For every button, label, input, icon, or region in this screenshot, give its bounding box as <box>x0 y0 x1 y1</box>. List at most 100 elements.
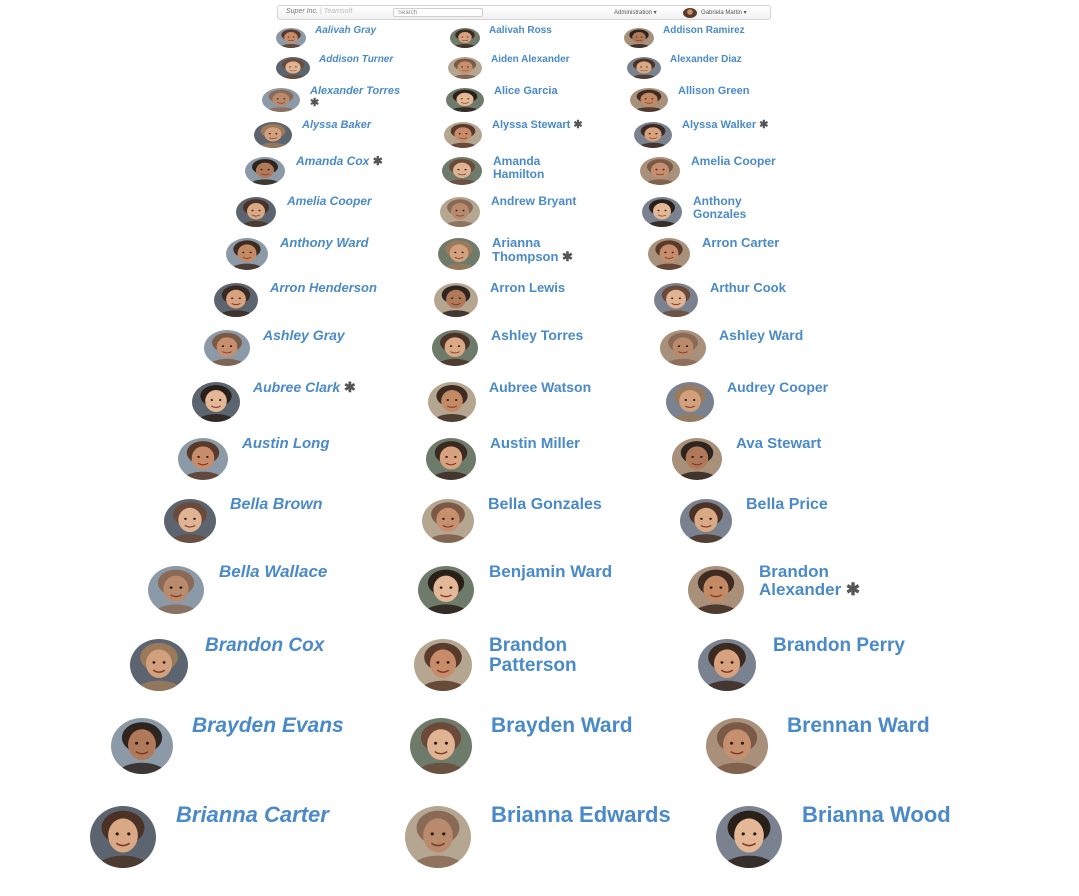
avatar[interactable] <box>434 283 478 317</box>
avatar[interactable] <box>706 718 768 774</box>
avatar[interactable] <box>640 157 680 185</box>
person-name-link[interactable]: Brandon Cox <box>205 636 324 656</box>
person-name-link[interactable]: Benjamin Ward <box>489 563 612 581</box>
avatar[interactable] <box>630 88 668 112</box>
person-name-link[interactable]: Addison Ramirez <box>663 25 745 37</box>
person-name-link[interactable]: Aubree Clark ✱ <box>253 380 356 395</box>
avatar[interactable] <box>426 438 476 480</box>
avatar[interactable] <box>130 639 188 691</box>
person-name-link[interactable]: Amanda Hamilton <box>493 155 544 180</box>
avatar[interactable] <box>698 639 756 691</box>
person-name-link[interactable]: Addison Turner <box>319 54 393 66</box>
avatar[interactable] <box>446 88 484 112</box>
avatar[interactable] <box>236 197 276 227</box>
avatar[interactable] <box>448 57 482 79</box>
person-name-link[interactable]: Bella Wallace <box>219 563 327 581</box>
person-name-link[interactable]: Anthony Ward <box>280 236 369 250</box>
avatar[interactable] <box>405 806 471 868</box>
person-name-link[interactable]: Aalivah Ross <box>489 25 552 37</box>
avatar[interactable] <box>442 157 482 185</box>
person-name-link[interactable]: Aubree Watson <box>489 380 591 395</box>
person-name-link[interactable]: Arron Henderson <box>270 281 377 295</box>
avatar[interactable] <box>276 57 310 79</box>
avatar[interactable] <box>634 122 672 148</box>
avatar[interactable] <box>410 718 472 774</box>
avatar[interactable] <box>660 330 706 366</box>
person-name-link[interactable]: Allison Green <box>678 85 750 98</box>
person-name-link[interactable]: Amelia Cooper <box>691 155 776 168</box>
person-name-link[interactable]: Austin Miller <box>490 436 580 452</box>
avatar[interactable] <box>414 639 472 691</box>
person-name-link[interactable]: Brennan Ward <box>787 714 930 737</box>
avatar[interactable] <box>432 330 478 366</box>
person-name-link[interactable]: Ashley Gray <box>263 328 345 343</box>
person-name-link[interactable]: Ashley Torres <box>491 328 583 343</box>
person-name-link[interactable]: Alexander Torres ✱ <box>310 85 400 109</box>
person-name-link[interactable]: Arthur Cook <box>710 281 786 295</box>
avatar[interactable] <box>642 197 682 227</box>
avatar[interactable] <box>648 238 690 270</box>
avatar[interactable] <box>262 88 300 112</box>
avatar[interactable] <box>666 382 714 422</box>
person-name-link[interactable]: Alice Garcia <box>494 85 558 98</box>
person-name-link[interactable]: Alexander Diaz <box>670 54 742 66</box>
avatar[interactable] <box>192 382 240 422</box>
person-name-link[interactable]: Austin Long <box>242 436 329 452</box>
avatar[interactable] <box>204 330 250 366</box>
person-name-link[interactable]: Amanda Cox ✱ <box>296 155 383 168</box>
person-name-link[interactable]: Ashley Ward <box>719 328 803 343</box>
avatar[interactable] <box>178 438 228 480</box>
person-name-link[interactable]: Ava Stewart <box>736 436 821 452</box>
avatar[interactable] <box>627 57 661 79</box>
person-name-link[interactable]: Brianna Carter <box>176 803 329 826</box>
person-name-link[interactable]: Alyssa Walker ✱ <box>682 119 768 132</box>
person-name-link[interactable]: Anthony Gonzales <box>693 195 746 220</box>
person-name-link[interactable]: Arianna Thompson ✱ <box>492 236 573 263</box>
avatar[interactable] <box>716 806 782 868</box>
avatar[interactable] <box>680 499 732 543</box>
avatar[interactable] <box>214 283 258 317</box>
avatar[interactable] <box>444 122 482 148</box>
avatar[interactable] <box>245 157 285 185</box>
avatar[interactable] <box>90 806 156 868</box>
person-name: Ashley Ward <box>719 327 804 343</box>
avatar[interactable] <box>688 566 744 614</box>
person-name-link[interactable]: Brandon Alexander ✱ <box>759 563 860 599</box>
avatar[interactable] <box>418 566 474 614</box>
avatar[interactable] <box>254 122 292 148</box>
person-name-link[interactable]: Brianna Edwards <box>491 803 671 826</box>
person-name-link[interactable]: Andrew Bryant <box>491 195 576 208</box>
avatar[interactable] <box>672 438 722 480</box>
search-input[interactable] <box>393 8 483 17</box>
avatar[interactable] <box>438 238 480 270</box>
person-name-link[interactable]: Alyssa Stewart ✱ <box>492 119 583 132</box>
brand[interactable]: Super Inc. | Teamsoft <box>286 8 352 15</box>
person-name-link[interactable]: Brayden Evans <box>192 714 344 737</box>
person-name-link[interactable]: Brandon Perry <box>773 636 905 656</box>
avatar[interactable] <box>226 238 268 270</box>
person-name-link[interactable]: Bella Gonzales <box>488 496 602 514</box>
avatar[interactable] <box>440 197 480 227</box>
person-name-link[interactable]: Alyssa Baker <box>302 119 371 132</box>
person-name-link[interactable]: Brianna Wood <box>802 803 951 826</box>
avatar[interactable] <box>428 382 476 422</box>
person-name-link[interactable]: Brayden Ward <box>491 714 633 737</box>
avatar[interactable] <box>422 499 474 543</box>
person-name-link[interactable]: Arron Carter <box>702 236 779 250</box>
avatar[interactable] <box>148 566 204 614</box>
avatar[interactable] <box>450 28 480 48</box>
person-name-link[interactable]: Arron Lewis <box>490 281 565 295</box>
person-name-link[interactable]: Audrey Cooper <box>727 380 828 395</box>
avatar[interactable] <box>111 718 173 774</box>
person-name-link[interactable]: Brandon Patterson <box>489 636 577 676</box>
administration-menu[interactable]: Administration ▾ <box>614 9 657 16</box>
person-name-link[interactable]: Bella Brown <box>230 496 322 514</box>
person-name-link[interactable]: Aalivah Gray <box>315 25 376 37</box>
avatar[interactable] <box>164 499 216 543</box>
person-name-link[interactable]: Bella Price <box>746 496 828 514</box>
avatar[interactable] <box>624 28 654 48</box>
person-name-link[interactable]: Amelia Cooper <box>287 195 372 208</box>
avatar[interactable] <box>276 28 306 48</box>
avatar[interactable] <box>654 283 698 317</box>
person-name-link[interactable]: Aiden Alexander <box>491 54 570 66</box>
